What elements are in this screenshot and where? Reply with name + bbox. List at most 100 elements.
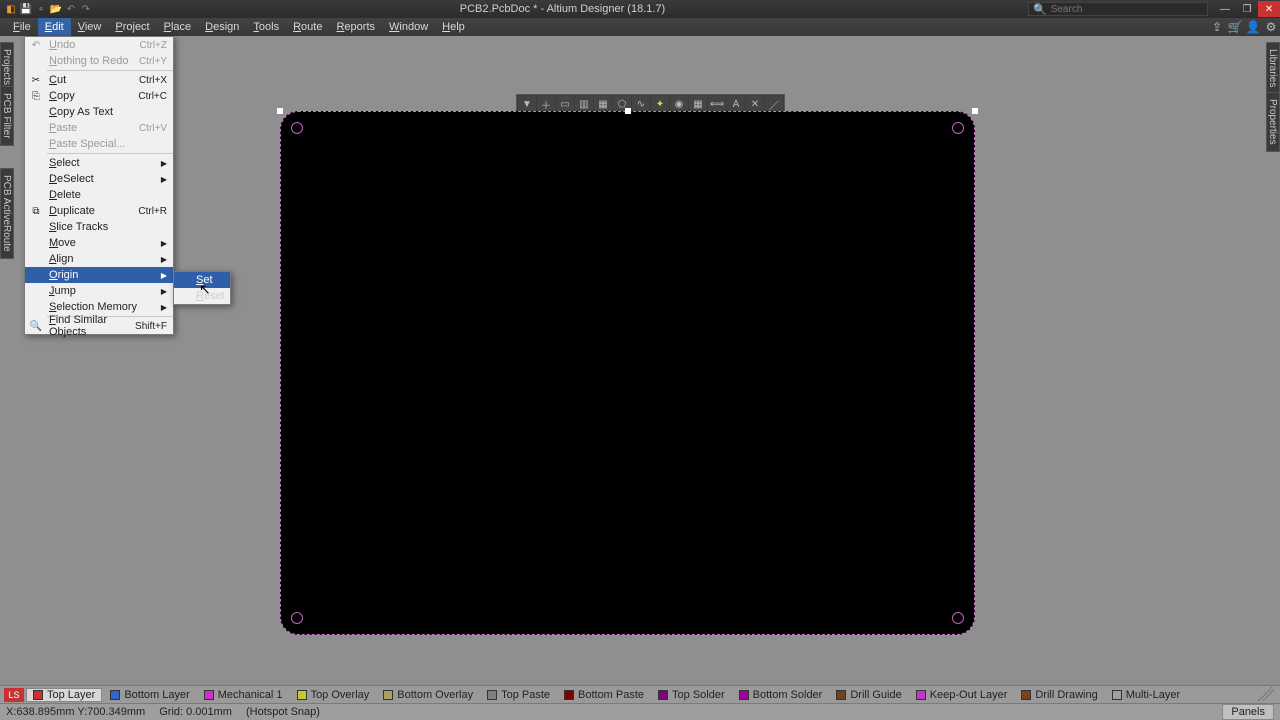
layer-tab-multi-layer[interactable]: Multi-Layer bbox=[1106, 688, 1186, 702]
resize-handle[interactable] bbox=[625, 108, 631, 114]
duplicate-icon: ⧉ bbox=[25, 206, 47, 217]
layer-color-swatch bbox=[916, 690, 926, 700]
search-input[interactable] bbox=[1051, 4, 1191, 15]
layer-tab-bottom-layer[interactable]: Bottom Layer bbox=[104, 688, 195, 702]
layer-tab-top-overlay[interactable]: Top Overlay bbox=[291, 688, 376, 702]
side-tab-properties[interactable]: Properties bbox=[1266, 92, 1280, 152]
submenu-arrow-icon: ▶ bbox=[161, 159, 173, 168]
submenu-arrow-icon: ▶ bbox=[161, 303, 173, 312]
menu-item-duplicate[interactable]: ⧉DuplicateCtrl+R bbox=[25, 203, 173, 219]
toolbar-text-icon[interactable]: A bbox=[727, 96, 745, 112]
toolbar-filter-icon[interactable]: ▼ bbox=[518, 96, 536, 112]
layer-tab-bottom-paste[interactable]: Bottom Paste bbox=[558, 688, 650, 702]
menu-edit[interactable]: Edit bbox=[38, 18, 71, 36]
side-tab-projects[interactable]: Projects bbox=[0, 42, 14, 92]
menu-reports[interactable]: Reports bbox=[329, 18, 382, 36]
menu-tools[interactable]: Tools bbox=[246, 18, 286, 36]
layer-tab-bottom-solder[interactable]: Bottom Solder bbox=[733, 688, 829, 702]
menu-item-jump[interactable]: Jump▶ bbox=[25, 283, 173, 299]
open-icon[interactable]: 📂 bbox=[49, 2, 63, 16]
minimize-button[interactable]: — bbox=[1214, 1, 1236, 17]
menu-project[interactable]: Project bbox=[108, 18, 156, 36]
layer-tab-drill-guide[interactable]: Drill Guide bbox=[830, 688, 907, 702]
toolbar-line-icon[interactable]: ／ bbox=[765, 96, 783, 112]
menu-item-selection-memory[interactable]: Selection Memory▶ bbox=[25, 299, 173, 315]
submenu-arrow-icon: ▶ bbox=[161, 255, 173, 264]
toolbar-plus-icon[interactable]: ＋ bbox=[537, 96, 555, 112]
menu-item-nothing-to-redo: Nothing to RedoCtrl+Y bbox=[25, 53, 173, 69]
resize-handle[interactable] bbox=[972, 108, 978, 114]
mounting-hole bbox=[291, 612, 303, 624]
menu-route[interactable]: Route bbox=[286, 18, 329, 36]
close-button[interactable]: ✕ bbox=[1258, 1, 1280, 17]
toolbar-pad-icon[interactable]: ◉ bbox=[670, 96, 688, 112]
menu-item-align[interactable]: Align▶ bbox=[25, 251, 173, 267]
resize-handle[interactable] bbox=[277, 108, 283, 114]
mounting-hole bbox=[291, 122, 303, 134]
undo-icon[interactable]: ↶ bbox=[64, 2, 78, 16]
toolbar-flash-icon[interactable]: ✦ bbox=[651, 96, 669, 112]
layer-tab-top-layer[interactable]: Top Layer bbox=[26, 688, 102, 702]
status-bar: X:638.895mm Y:700.349mm Grid: 0.001mm (H… bbox=[0, 703, 1280, 720]
menu-item-slice-tracks[interactable]: Slice Tracks bbox=[25, 219, 173, 235]
buy-icon[interactable]: 🛒 bbox=[1226, 18, 1244, 36]
layer-tab-drill-drawing[interactable]: Drill Drawing bbox=[1015, 688, 1103, 702]
menu-item-delete[interactable]: Delete bbox=[25, 187, 173, 203]
menu-item-move[interactable]: Move▶ bbox=[25, 235, 173, 251]
menu-item-cut[interactable]: ✂CutCtrl+X bbox=[25, 72, 173, 88]
menu-item-paste-special-: Paste Special... bbox=[25, 136, 173, 152]
menu-place[interactable]: Place bbox=[157, 18, 199, 36]
menu-item-copy[interactable]: ⎘CopyCtrl+C bbox=[25, 88, 173, 104]
mounting-hole bbox=[952, 122, 964, 134]
app-icon: ◧ bbox=[4, 2, 18, 16]
new-icon[interactable]: ▫ bbox=[34, 2, 48, 16]
copy-icon: ⎘ bbox=[25, 91, 47, 102]
menu-item-find-similar-objects[interactable]: 🔍Find Similar ObjectsShift+F bbox=[25, 318, 173, 334]
submenu-item-reset[interactable]: Reset bbox=[174, 288, 230, 304]
title-bar: ◧ 💾 ▫ 📂 ↶ ↷ PCB2.PcbDoc * - Altium Desig… bbox=[0, 0, 1280, 18]
toolbar-bar-icon[interactable]: ▥ bbox=[575, 96, 593, 112]
resize-grip-icon bbox=[1258, 687, 1274, 701]
menu-view[interactable]: View bbox=[71, 18, 109, 36]
layer-tab-mechanical-[interactable]: Mechanical 1 bbox=[198, 688, 289, 702]
layer-tab-keep-out-layer[interactable]: Keep-Out Layer bbox=[910, 688, 1014, 702]
menu-file[interactable]: File bbox=[6, 18, 38, 36]
search-box[interactable]: 🔍 bbox=[1028, 2, 1208, 16]
share-icon[interactable]: ⇪ bbox=[1208, 18, 1226, 36]
redo-icon[interactable]: ↷ bbox=[79, 2, 93, 16]
panels-button[interactable]: Panels bbox=[1222, 704, 1274, 720]
status-snap: (Hotspot Snap) bbox=[246, 706, 320, 718]
menu-item-undo: ↶UndoCtrl+Z bbox=[25, 37, 173, 53]
save-icon[interactable]: 💾 bbox=[19, 2, 33, 16]
menu-item-copy-as-text[interactable]: Copy As Text bbox=[25, 104, 173, 120]
toolbar-fill-icon[interactable]: ▦ bbox=[594, 96, 612, 112]
find-icon: 🔍 bbox=[25, 321, 47, 332]
menu-design[interactable]: Design bbox=[198, 18, 246, 36]
toolbar-rect-icon[interactable]: ▭ bbox=[556, 96, 574, 112]
menu-item-origin[interactable]: Origin▶ bbox=[25, 267, 173, 283]
user-icon[interactable]: 👤 bbox=[1244, 18, 1262, 36]
toolbar-trace-icon[interactable]: ∿ bbox=[632, 96, 650, 112]
layer-tab-top-solder[interactable]: Top Solder bbox=[652, 688, 731, 702]
side-tab-libraries[interactable]: Libraries bbox=[1266, 42, 1280, 94]
toolbar-xout-icon[interactable]: ✕ bbox=[746, 96, 764, 112]
pcb-board-outline[interactable] bbox=[280, 111, 975, 635]
settings-icon[interactable]: ⚙ bbox=[1262, 18, 1280, 36]
layer-color-swatch bbox=[33, 690, 43, 700]
layer-tab-bottom-overlay[interactable]: Bottom Overlay bbox=[377, 688, 479, 702]
window-title: PCB2.PcbDoc * - Altium Designer (18.1.7) bbox=[97, 3, 1028, 15]
origin-submenu: SetReset bbox=[173, 271, 231, 305]
menu-item-select[interactable]: Select▶ bbox=[25, 155, 173, 171]
layer-color-swatch bbox=[110, 690, 120, 700]
layer-set-button[interactable]: LS bbox=[4, 688, 24, 702]
side-tab-activeroute[interactable]: PCB ActiveRoute bbox=[0, 168, 14, 259]
toolbar-dim-icon[interactable]: ⟺ bbox=[708, 96, 726, 112]
menu-window[interactable]: Window bbox=[382, 18, 435, 36]
side-tab-pcb-filter[interactable]: PCB Filter bbox=[0, 86, 14, 146]
submenu-item-set[interactable]: Set bbox=[174, 272, 230, 288]
toolbar-grid-icon[interactable]: ▦ bbox=[689, 96, 707, 112]
menu-help[interactable]: Help bbox=[435, 18, 472, 36]
menu-item-deselect[interactable]: DeSelect▶ bbox=[25, 171, 173, 187]
layer-tab-top-paste[interactable]: Top Paste bbox=[481, 688, 556, 702]
maximize-button[interactable]: ❐ bbox=[1236, 1, 1258, 17]
